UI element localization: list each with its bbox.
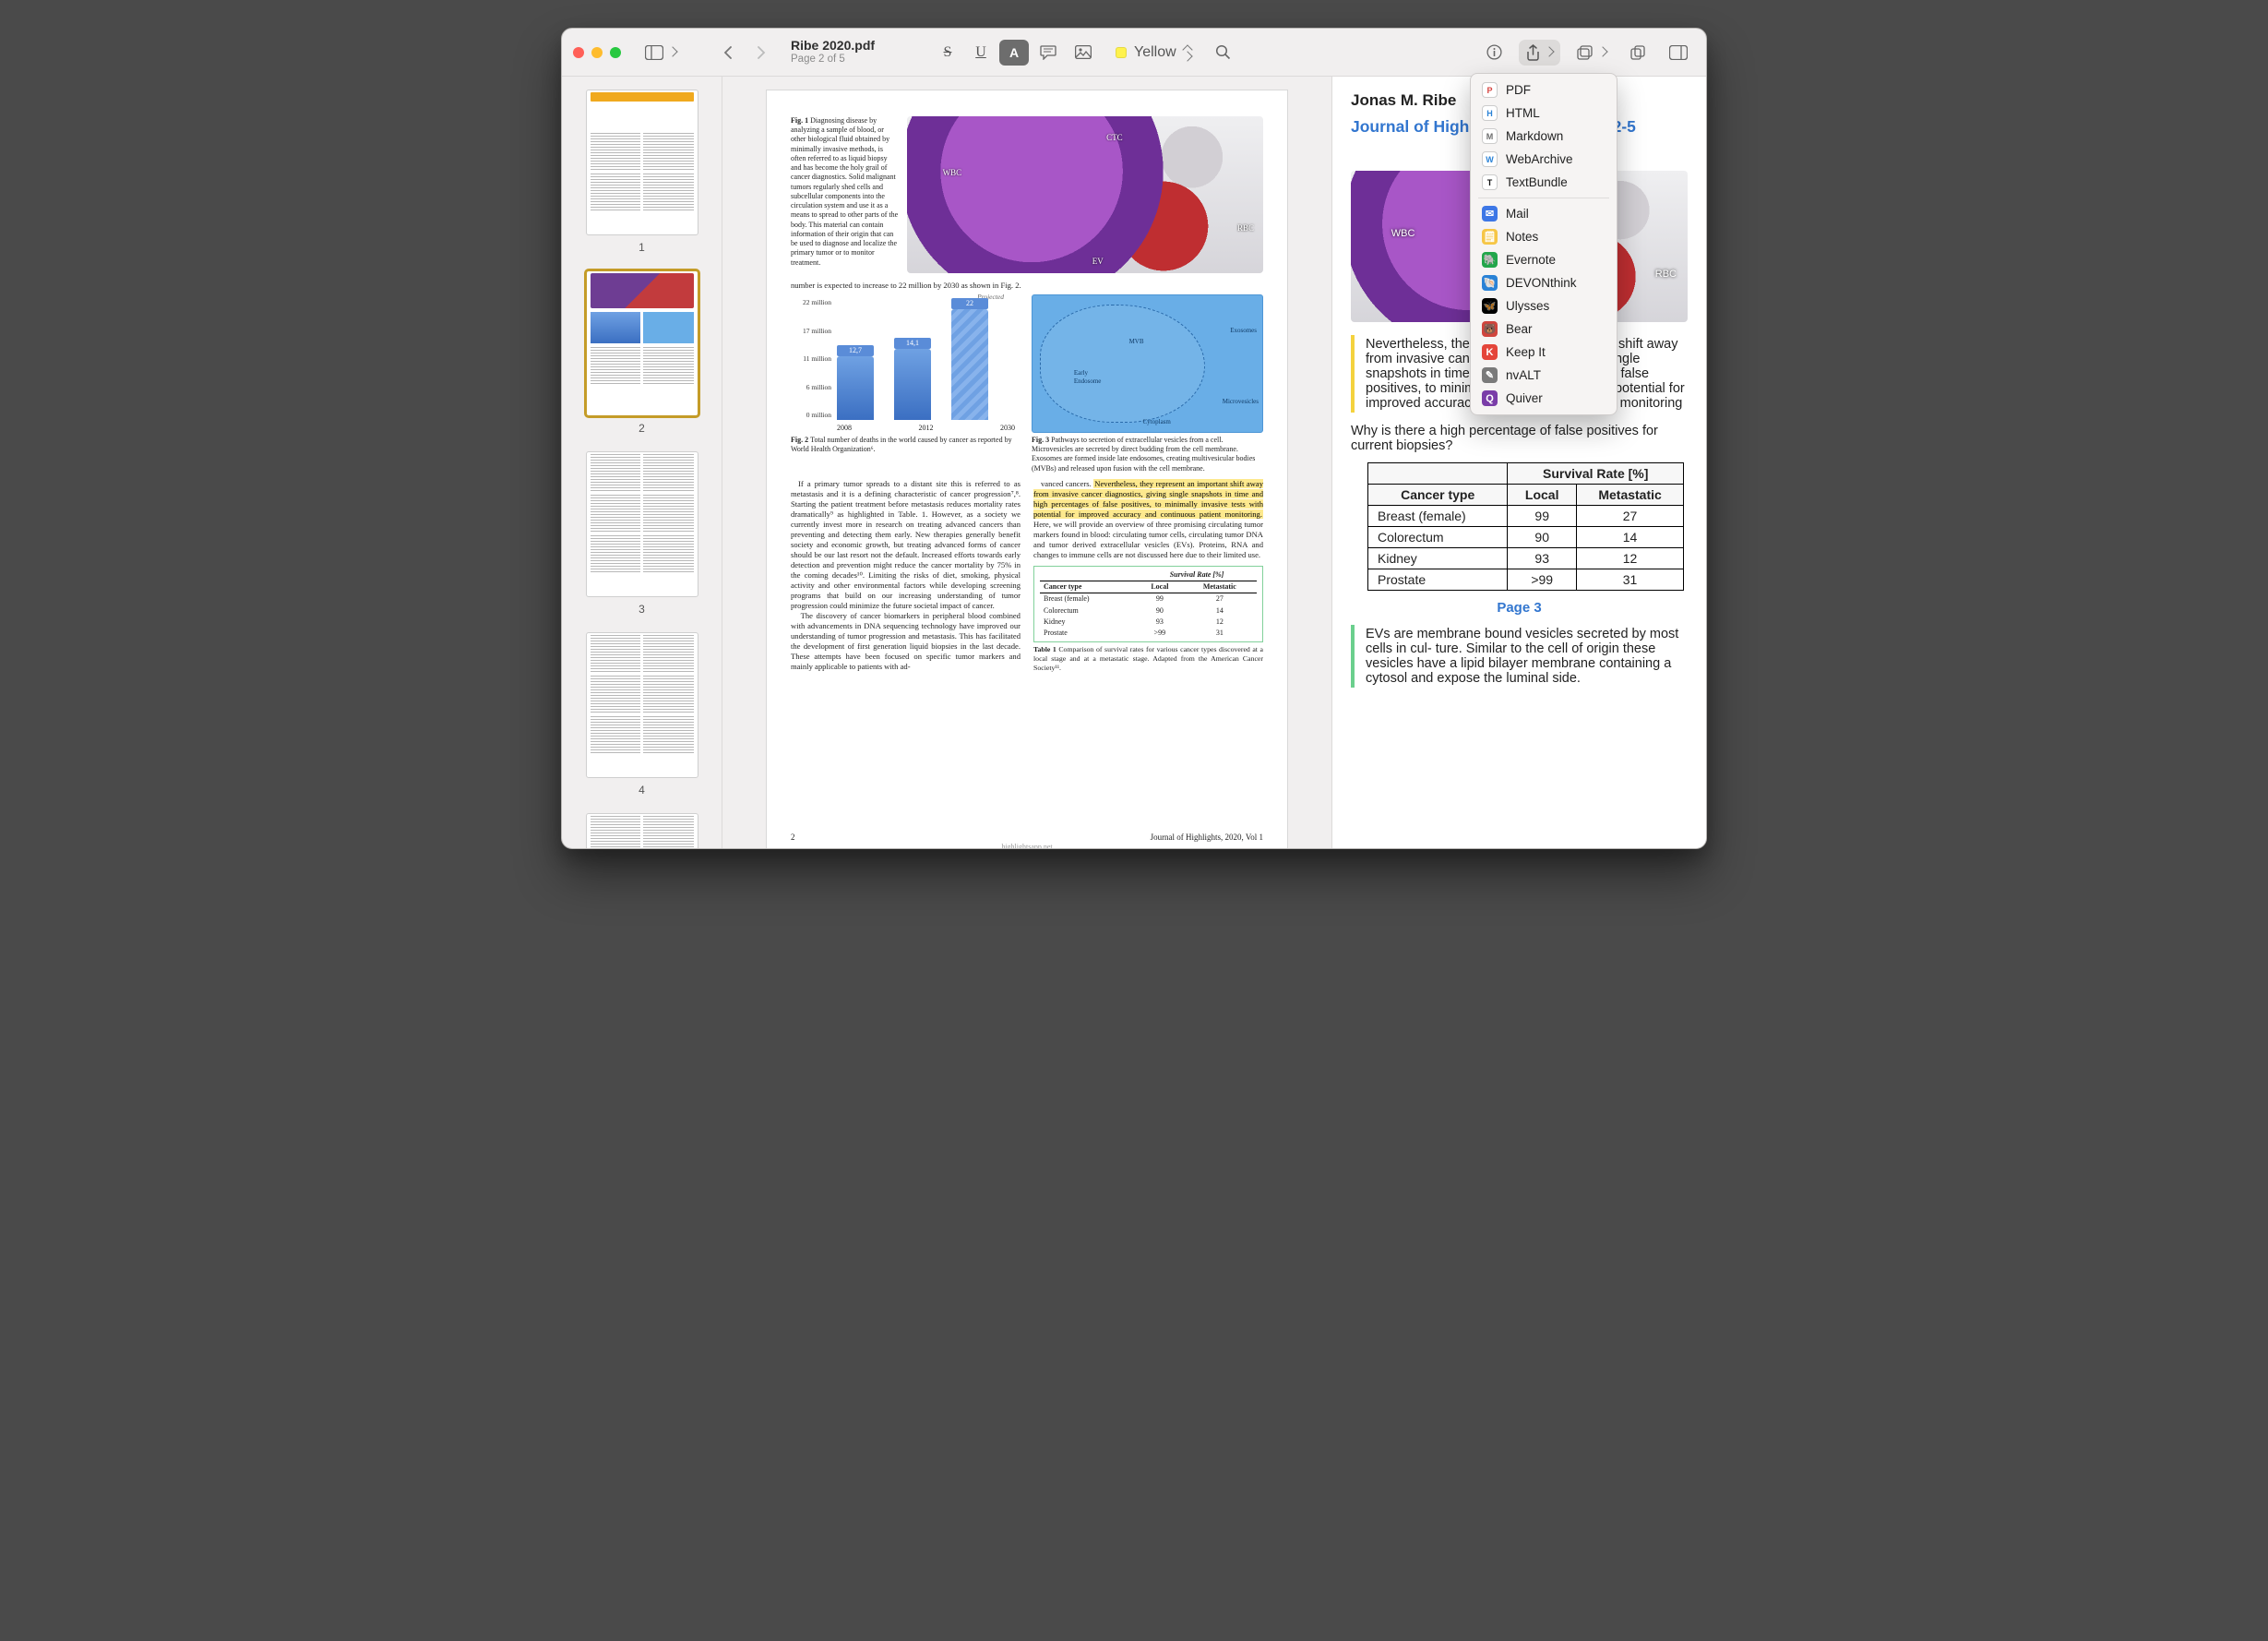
figure-2-chart: 22 million17 million11 million6 million0…: [791, 294, 1022, 433]
thumbnail-page-2[interactable]: 2: [562, 270, 722, 435]
share-app-devonthink[interactable]: 🐚DEVONthink: [1471, 271, 1617, 294]
strikethrough-button[interactable]: S: [933, 40, 962, 66]
document-page-indicator: Page 2 of 5: [791, 54, 924, 66]
highlight-button[interactable]: A: [999, 40, 1029, 66]
figure-1-image: CTC WBC RBC EV: [907, 116, 1263, 273]
thumbnail-number: 4: [639, 784, 645, 797]
close-window-button[interactable]: [573, 47, 584, 58]
share-app-bear[interactable]: 🐻Bear: [1471, 317, 1617, 341]
window-controls: [573, 47, 621, 58]
chevron-down-icon: [1544, 46, 1554, 56]
notes-user-note[interactable]: Why is there a high percentage of false …: [1351, 424, 1688, 453]
notes-page-header-3: Page 3: [1351, 600, 1688, 616]
info-button[interactable]: [1479, 40, 1510, 66]
page-journal-footer: Journal of Highlights, 2020, Vol 1: [1151, 832, 1263, 842]
chart-bar-2008: 12,7: [837, 356, 874, 420]
annotation-tools: S U A: [933, 40, 1099, 66]
table-1: Survival Rate [%]Cancer typeLocalMetasta…: [1033, 566, 1263, 642]
thumbnail-page-4[interactable]: 4: [562, 632, 722, 797]
share-app-ulysses[interactable]: 🦋Ulysses: [1471, 294, 1617, 317]
hero-label-rbc: RBC: [1237, 223, 1254, 234]
format-icon: W: [1482, 151, 1498, 167]
format-icon: P: [1482, 82, 1498, 98]
copy-button[interactable]: [1623, 40, 1653, 66]
share-app-evernote[interactable]: 🐘Evernote: [1471, 248, 1617, 271]
thumbnail-page-3[interactable]: 3: [562, 451, 722, 616]
app-window: Ribe 2020.pdf Page 2 of 5 S U A Yellow: [561, 28, 1707, 849]
highlight-color-picker[interactable]: Yellow: [1108, 40, 1199, 66]
notes-highlight-green[interactable]: EVs are membrane bound vesicles secreted…: [1351, 625, 1688, 688]
notes-survival-table: Survival Rate [%]Cancer typeLocalMetasta…: [1367, 462, 1684, 591]
app-icon: Q: [1482, 390, 1498, 406]
thumbnail-number: 2: [639, 422, 645, 435]
pdf-page: Fig. 1 Diagnosing disease by analyzing a…: [766, 90, 1288, 848]
hero-label-ctc: CTC: [1106, 133, 1123, 144]
page-site-footer: highlightsapp.net: [767, 843, 1287, 848]
figure-3-image: MVB Early Endosome Cytoplasm Exosomes Mi…: [1032, 294, 1263, 433]
fig1-caption: Diagnosing disease by analyzing a sample…: [791, 116, 898, 267]
format-icon: M: [1482, 128, 1498, 144]
format-icon: T: [1482, 174, 1498, 190]
chart-bar-2030: 22: [951, 309, 988, 420]
share-app-mail[interactable]: ✉Mail: [1471, 202, 1617, 225]
chevron-down-icon: [667, 46, 677, 56]
underline-button[interactable]: U: [966, 40, 996, 66]
share-app-notes[interactable]: 🗒Notes: [1471, 225, 1617, 248]
thumbnail-page-5[interactable]: 5: [562, 813, 722, 848]
page-number: 2: [791, 832, 795, 842]
document-title: Ribe 2020.pdf: [791, 39, 924, 53]
thumbnail-number: 1: [639, 241, 645, 254]
minimize-window-button[interactable]: [591, 47, 603, 58]
inline-highlight-yellow[interactable]: Nevertheless, they represent an importan…: [1033, 479, 1263, 519]
thumbnail-number: 3: [639, 603, 645, 616]
sidebar-toggle-button[interactable]: [638, 40, 684, 66]
comment-button[interactable]: [1033, 40, 1064, 66]
app-icon: K: [1482, 344, 1498, 360]
share-format-html[interactable]: HHTML: [1471, 102, 1617, 125]
app-icon: ✎: [1482, 367, 1498, 383]
app-icon: 🗒: [1482, 229, 1498, 245]
share-button[interactable]: [1519, 40, 1560, 66]
share-format-pdf[interactable]: PPDF: [1471, 78, 1617, 102]
search-button[interactable]: [1208, 40, 1238, 66]
app-icon: ✉: [1482, 206, 1498, 222]
document-title-block: Ribe 2020.pdf Page 2 of 5: [785, 39, 924, 65]
body-text-columns: If a primary tumor spreads to a distant …: [791, 479, 1263, 675]
chevron-down-icon: [1597, 46, 1607, 56]
color-swatch-icon: [1116, 47, 1127, 58]
toolbar: Ribe 2020.pdf Page 2 of 5 S U A Yellow: [562, 29, 1706, 77]
thumbnail-sidebar[interactable]: 1 2 3 4 5: [562, 77, 722, 848]
share-format-textbundle[interactable]: TTextBundle: [1471, 171, 1617, 194]
share-app-nvalt[interactable]: ✎nvALT: [1471, 364, 1617, 387]
image-annotation-button[interactable]: [1068, 40, 1099, 66]
fig3-caption: Pathways to secretion of extracellular v…: [1032, 436, 1255, 473]
highlight-color-label: Yellow: [1134, 44, 1176, 61]
app-icon: 🐘: [1482, 252, 1498, 268]
pdf-viewer[interactable]: Fig. 1 Diagnosing disease by analyzing a…: [722, 77, 1331, 848]
chart-bar-2012: 14,1: [894, 349, 931, 420]
app-icon: 🐻: [1482, 321, 1498, 337]
zoom-window-button[interactable]: [610, 47, 621, 58]
fig2-caption: Total number of deaths in the world caus…: [791, 436, 1012, 453]
right-pane-toggle-button[interactable]: [1662, 40, 1695, 66]
chevron-down-icon: [1182, 51, 1192, 61]
hero-label-ev: EV: [1092, 257, 1104, 268]
thumbnail-page-1[interactable]: 1: [562, 90, 722, 254]
back-button[interactable]: [713, 40, 743, 66]
share-app-quiver[interactable]: QQuiver: [1471, 387, 1617, 410]
app-icon: 🦋: [1482, 298, 1498, 314]
hero-label-wbc: WBC: [943, 168, 962, 179]
forward-button[interactable]: [746, 40, 776, 66]
share-format-markdown[interactable]: MMarkdown: [1471, 125, 1617, 148]
share-dropdown-menu: PPDFHHTMLMMarkdownWWebArchiveTTextBundle…: [1470, 73, 1617, 415]
share-app-keep-it[interactable]: KKeep It: [1471, 341, 1617, 364]
export-menu-button[interactable]: [1570, 40, 1614, 66]
app-icon: 🐚: [1482, 275, 1498, 291]
share-format-webarchive[interactable]: WWebArchive: [1471, 148, 1617, 171]
format-icon: H: [1482, 105, 1498, 121]
body-line: number is expected to increase to 22 mil…: [791, 281, 1263, 291]
